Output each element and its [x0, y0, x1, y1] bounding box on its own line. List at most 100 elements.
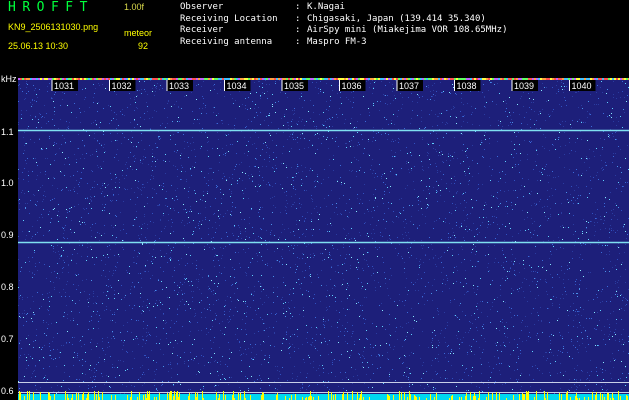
bottom-bar-spike — [65, 391, 66, 400]
marker-pixel — [266, 78, 268, 80]
marker-pixel — [220, 78, 222, 80]
marker-pixel — [576, 78, 578, 80]
bottom-bar-spike — [513, 395, 514, 400]
marker-pixel — [176, 78, 178, 80]
marker-pixel — [316, 78, 318, 80]
bottom-bar-spike — [600, 393, 601, 400]
bottom-bar-spike — [474, 393, 475, 400]
bottom-bar-spike — [233, 391, 234, 400]
bottom-bar-spike — [240, 393, 241, 400]
marker-pixel — [290, 78, 292, 80]
marker-pixel — [130, 78, 132, 80]
marker-pixel — [358, 78, 360, 80]
marker-pixel — [584, 78, 586, 80]
marker-pixel — [46, 78, 48, 80]
y-tick-label: 0.9 — [1, 230, 14, 241]
minute-label: 1034 — [227, 81, 247, 91]
bottom-bar-spike — [54, 394, 55, 400]
marker-pixel — [472, 78, 474, 80]
bottom-bar-spike — [479, 391, 480, 400]
datetime-label: 25.06.13 10:30 — [8, 41, 69, 51]
bottom-bar-spike — [561, 394, 562, 400]
bottom-bar-spike — [29, 391, 30, 400]
marker-pixel — [86, 78, 88, 80]
marker-pixel — [610, 78, 612, 80]
marker-pixel — [254, 78, 256, 80]
marker-pixel — [248, 78, 250, 80]
marker-pixel — [402, 78, 404, 80]
marker-pixel — [330, 78, 332, 80]
bottom-bar-spike — [98, 391, 99, 400]
marker-pixel — [578, 78, 580, 80]
marker-pixel — [418, 78, 420, 80]
marker-pixel — [18, 78, 20, 80]
bottom-bar-spike — [131, 391, 132, 400]
marker-pixel — [456, 78, 458, 80]
marker-pixel — [534, 78, 536, 80]
marker-pixel — [180, 78, 182, 80]
bottom-bar-spike — [524, 394, 525, 400]
marker-pixel — [496, 78, 498, 80]
bottom-bar-spike — [331, 392, 332, 400]
marker-pixel — [228, 78, 230, 80]
bottom-bar-spike — [195, 392, 196, 400]
bottom-bar-spike — [387, 394, 388, 400]
marker-pixel — [30, 78, 32, 80]
marker-pixel — [386, 78, 388, 80]
bottom-bar-spike — [607, 393, 608, 400]
marker-pixel — [218, 78, 220, 80]
marker-pixel — [510, 78, 512, 80]
bottom-bar-spike — [159, 393, 160, 400]
marker-pixel — [590, 78, 592, 80]
marker-pixel — [140, 78, 142, 80]
marker-pixel — [490, 78, 492, 80]
marker-pixel — [422, 78, 424, 80]
marker-pixel — [306, 78, 308, 80]
meteor-label: meteor — [124, 28, 153, 38]
marker-pixel — [540, 78, 542, 80]
marker-pixel — [368, 78, 370, 80]
bottom-bar-spike — [547, 392, 548, 400]
marker-pixel — [280, 78, 282, 80]
bottom-bar-spike — [262, 392, 263, 400]
marker-pixel — [434, 78, 436, 80]
marker-pixel — [464, 78, 466, 80]
version-label: 1.00f — [124, 2, 145, 12]
bottom-bar-spike — [566, 393, 567, 400]
meteor-count: 92 — [138, 41, 149, 51]
marker-pixel — [362, 78, 364, 80]
bottom-bar-spike — [179, 393, 180, 400]
bottom-bar-spike — [436, 393, 437, 400]
info-row-antenna: Receiving antenna: Maspro FM-3 — [180, 36, 367, 47]
marker-pixel — [408, 78, 410, 80]
marker-pixel — [102, 78, 104, 80]
bottom-bar-spike — [50, 396, 51, 400]
minute-label: 1032 — [112, 81, 132, 91]
marker-pixel — [366, 78, 368, 80]
marker-pixel — [430, 78, 432, 80]
marker-pixel — [558, 78, 560, 80]
y-tick-label: 0.6 — [1, 386, 14, 397]
marker-pixel — [528, 78, 530, 80]
marker-pixel — [134, 78, 136, 80]
marker-pixel — [428, 78, 430, 80]
marker-pixel — [234, 78, 236, 80]
marker-pixel — [208, 78, 210, 80]
bottom-bar-spike — [309, 396, 310, 400]
marker-pixel — [276, 78, 278, 80]
spectrogram-plot: 1031 1032 1033 1034 1035 1036 1037 1038 1039 1040 — [18, 78, 629, 400]
marker-pixel — [380, 78, 382, 80]
marker-pixel — [598, 78, 600, 80]
bottom-bar-spike — [216, 392, 217, 400]
marker-pixel — [338, 78, 340, 80]
bottom-bar-base — [18, 394, 629, 400]
marker-pixel — [304, 78, 306, 80]
bottom-bar-spike — [318, 396, 319, 400]
marker-pixel — [604, 78, 606, 80]
marker-pixel — [178, 78, 180, 80]
marker-pixel — [414, 78, 416, 80]
marker-pixel — [302, 78, 304, 80]
marker-pixel — [318, 78, 320, 80]
marker-pixel — [122, 78, 124, 80]
marker-pixel — [162, 78, 164, 80]
